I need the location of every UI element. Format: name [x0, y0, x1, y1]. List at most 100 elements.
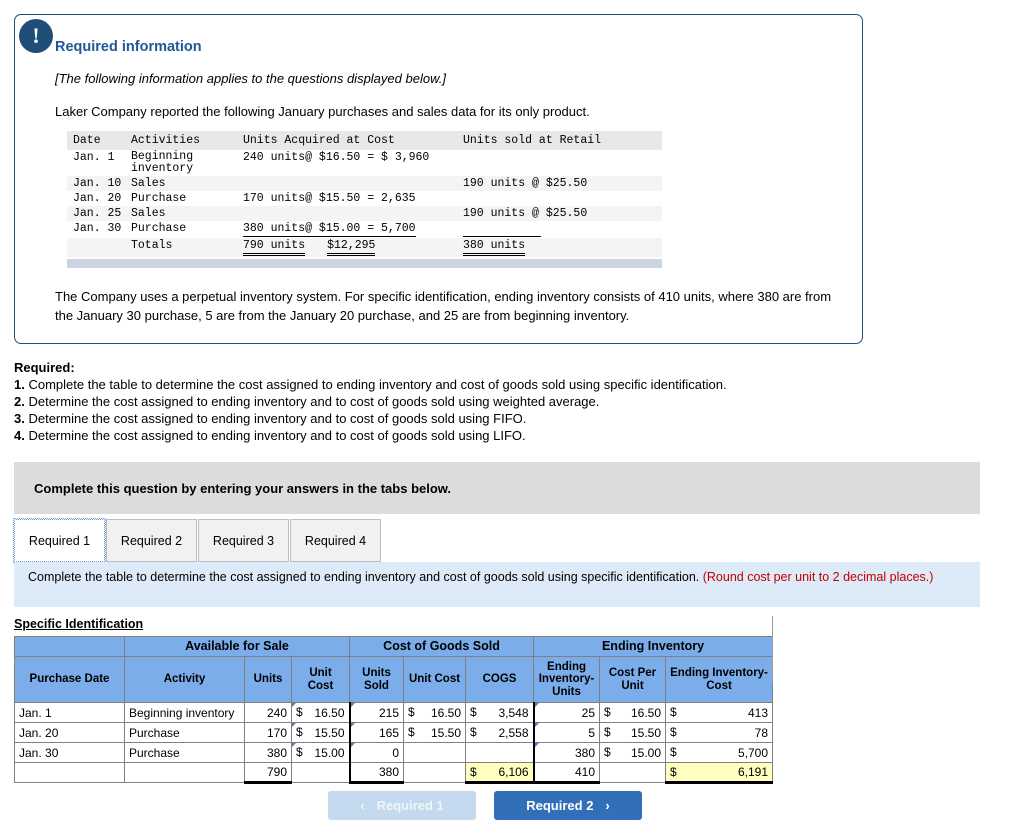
required-item-1-text: Complete the table to determine the cost…: [28, 377, 727, 392]
cell-cost-per-unit-value: 16.50: [630, 705, 662, 720]
sold-underline-rule: [463, 222, 541, 238]
cell-units-sold-value: 165: [378, 725, 400, 740]
cell-activity: Beginning inventory: [129, 150, 241, 176]
currency-symbol: $: [604, 725, 611, 739]
cell-purchase-date: Jan. 1: [14, 702, 125, 723]
cell-cost-per-unit-value: 15.50: [630, 725, 662, 740]
cell-activity: Sales: [129, 176, 241, 192]
cell-activity: Purchase: [124, 742, 245, 763]
group-header-available-for-sale: Available for Sale: [123, 636, 351, 657]
cell-acquired: 170 units@ $15.50 = 2,635: [243, 192, 416, 206]
currency-symbol: $: [604, 705, 611, 719]
chevron-right-icon: ›: [605, 798, 610, 813]
cell-empty: [403, 762, 467, 783]
input-unit-cost[interactable]: $ 16.50: [290, 702, 351, 723]
group-header-ending-inventory: Ending Inventory: [533, 636, 774, 657]
table-row: Jan. 10 Sales 190 units @ $25.50: [67, 176, 662, 192]
cell-ei-units-value: 5: [588, 725, 596, 740]
table-row: Jan. 20 Purchase 170 $ 15.50 165 $ 15.50…: [14, 722, 774, 743]
required-item-2-number: 2.: [14, 394, 25, 410]
cell-unit-cost-value: 16.50: [314, 705, 345, 720]
answer-area: Specific Identification Available for Sa…: [14, 616, 774, 784]
input-units-sold[interactable]: 215: [348, 702, 405, 723]
cell-date: Jan. 20: [73, 192, 122, 206]
panel-content: Required information [The following info…: [15, 15, 862, 326]
input-ending-inventory-units[interactable]: 5: [532, 722, 601, 743]
input-ending-inventory-units[interactable]: 25: [532, 702, 601, 723]
cell-total-units: 790: [244, 762, 292, 784]
cell-sold: [461, 221, 662, 238]
tab-required-2[interactable]: Required 2: [106, 519, 197, 562]
input-units-sold[interactable]: 165: [348, 722, 405, 743]
input-unit-cost[interactable]: $ 15.00: [290, 742, 351, 763]
cell-cost-per-unit-value: 15.00: [630, 745, 662, 760]
instruction-rounding-note: (Round cost per unit to 2 decimal places…: [702, 570, 934, 584]
tab-required-3[interactable]: Required 3: [198, 519, 289, 562]
cell-cogs-unit-cost: [403, 742, 467, 763]
cell-cogs-value: 2,558: [498, 725, 529, 740]
next-required-button[interactable]: Required 2 ›: [494, 791, 642, 820]
tab-required-4[interactable]: Required 4: [290, 519, 381, 562]
col-units-sold: Units Sold: [349, 656, 405, 703]
cell-units: 240: [244, 702, 292, 723]
cell-purchase-date: Jan. 20: [14, 722, 125, 743]
tab-required-2-label: Required 2: [120, 533, 183, 548]
chevron-left-icon: ‹: [360, 798, 365, 813]
panel-title: Required information: [55, 39, 202, 55]
cell-cogs: [465, 742, 535, 763]
col-cogs-unit-cost: Unit Cost: [403, 656, 467, 703]
cell-cost-per-unit: $ 15.50: [599, 722, 667, 743]
input-units-sold[interactable]: 0: [348, 742, 405, 763]
cell-ending-inventory-cost: $ 78: [665, 722, 774, 743]
cell-total-ei-cost-value: 6,191: [737, 765, 769, 779]
cell-empty: [290, 762, 351, 783]
col-unit-cost: Unit Cost: [290, 656, 351, 703]
input-ending-inventory-units[interactable]: 380: [532, 742, 601, 763]
totals-units: 790 units: [243, 239, 306, 257]
cell-units-sold-value: 215: [378, 705, 400, 720]
cell-total-cogs: $ 6,106: [465, 762, 535, 784]
activity-line-1: Beginning: [131, 150, 194, 163]
table-totals-row: 790 380 $ 6,106 410 $ 6,191: [14, 762, 774, 784]
table-row: Jan. 1 Beginning inventory 240 units@ $1…: [67, 150, 662, 176]
previous-required-button[interactable]: ‹ Required 1: [328, 791, 476, 820]
cell-totals-acquired: 790 units $12,295: [241, 238, 461, 258]
specific-identification-label: Specific Identification: [14, 617, 144, 631]
cell-ei-units-value: 380: [574, 745, 596, 760]
cell-total-ei-units: 410: [532, 762, 601, 784]
col-units-sold: Units sold at Retail: [461, 131, 662, 150]
cell-ei-cost-value: 413: [747, 705, 769, 720]
required-item-3-text: Determine the cost assigned to ending in…: [28, 411, 527, 427]
group-header-cost-of-goods-sold: Cost of Goods Sold: [349, 636, 535, 657]
currency-symbol: $: [470, 765, 477, 779]
cell-ending-inventory-cost: $ 5,700: [665, 742, 774, 763]
required-tabs: Required 1 Required 2 Required 3 Require…: [13, 518, 1004, 563]
cell-cogs-unit-cost: $ 15.50: [403, 722, 467, 743]
currency-symbol: $: [296, 705, 303, 719]
cell-acquired: 240 units@ $16.50 = $ 3,960: [243, 151, 430, 164]
cell-ei-cost-value: 5,700: [737, 745, 769, 760]
required-item-1-number: 1.: [14, 377, 25, 392]
previous-required-label: Required 1: [376, 798, 444, 813]
group-header-blank: [14, 636, 125, 657]
totals-cost: $12,295: [327, 239, 376, 257]
required-item-4-text: Determine the cost assigned to ending in…: [28, 428, 526, 444]
cell-acquired: 380 units@ $15.00 = 5,700: [241, 221, 461, 238]
exclamation-icon: !: [19, 19, 53, 53]
required-heading: Required:: [14, 360, 75, 375]
cell-empty: [124, 762, 245, 783]
currency-symbol: $: [604, 745, 611, 759]
cell-units: 170: [244, 722, 292, 743]
cell-activity: Purchase: [124, 722, 245, 743]
input-unit-cost[interactable]: $ 15.50: [290, 722, 351, 743]
table-header-row: Date Activities Units Acquired at Cost U…: [67, 131, 662, 150]
navigation-buttons: ‹ Required 1 Required 2 ›: [328, 791, 728, 821]
cell-sold: [461, 150, 662, 176]
currency-symbol: $: [670, 745, 677, 759]
tab-required-1[interactable]: Required 1: [13, 518, 106, 563]
required-item-2-text: Determine the cost assigned to ending in…: [28, 394, 600, 410]
required-list: Required: 1. Complete the table to deter…: [14, 360, 1004, 445]
cell-cost-per-unit: $ 15.00: [599, 742, 667, 763]
table-row: Jan. 30 Purchase 380 units@ $15.00 = 5,7…: [67, 221, 662, 238]
cell-sold: [461, 191, 662, 206]
